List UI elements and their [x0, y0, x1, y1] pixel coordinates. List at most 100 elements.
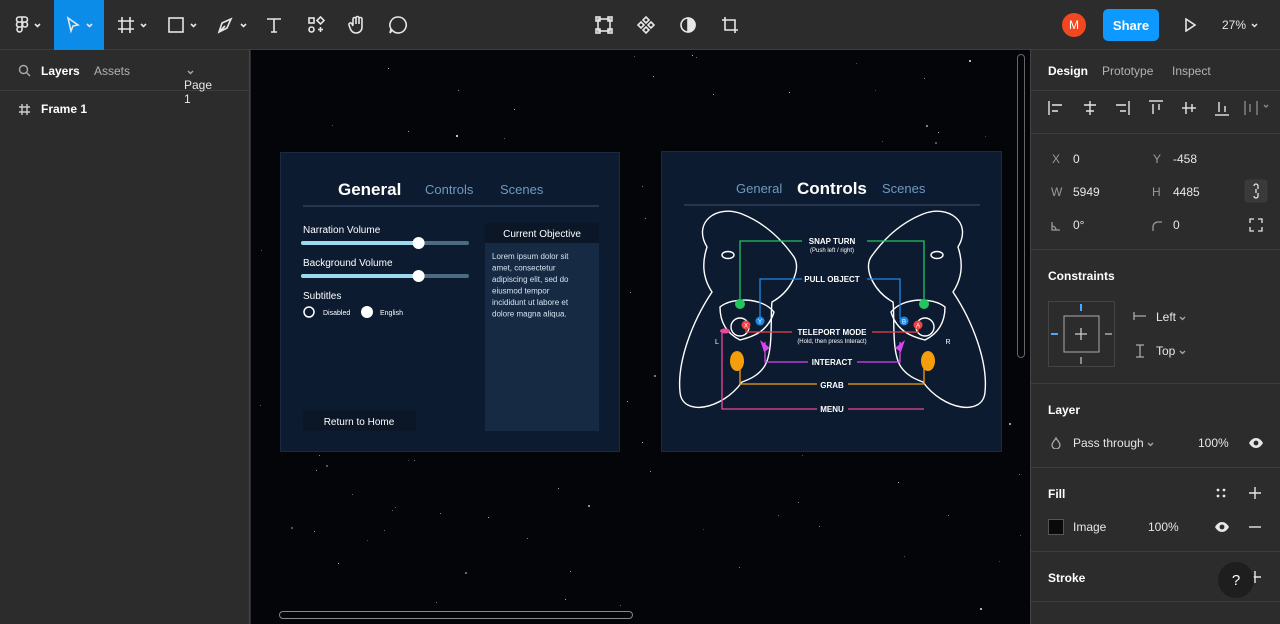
- horizontal-scrollbar[interactable]: [279, 611, 633, 619]
- align-left-icon[interactable]: [1048, 101, 1062, 115]
- blend-drop-icon: [1051, 437, 1061, 449]
- align-top-icon[interactable]: [1149, 100, 1163, 114]
- tab-inspect[interactable]: Inspect: [1172, 64, 1211, 78]
- page-selector[interactable]: Page 1: [184, 64, 212, 106]
- general-settings-art: General Controls Scenes Narration Volume…: [301, 180, 599, 431]
- star: [875, 90, 876, 91]
- zoom-dropdown[interactable]: 27%: [1222, 0, 1258, 50]
- subtitle-radio-disabled[interactable]: [303, 306, 315, 318]
- tab-design[interactable]: Design: [1048, 64, 1088, 78]
- align-center-h-icon[interactable]: [1084, 101, 1096, 115]
- star: [926, 125, 928, 127]
- interact-label: INTERACT: [812, 358, 853, 367]
- search-icon[interactable]: [18, 64, 31, 77]
- snap-turn-sublabel: (Push left / right): [810, 248, 854, 254]
- resources-button[interactable]: [304, 0, 328, 50]
- narration-slider-handle[interactable]: [412, 237, 425, 249]
- chevron-down-icon: [1179, 316, 1186, 321]
- remove-fill-icon[interactable]: [1248, 526, 1262, 528]
- styles-grid-icon[interactable]: [1216, 488, 1226, 498]
- star: [630, 292, 631, 293]
- y-label: Y: [1153, 152, 1162, 166]
- fill-opacity-input[interactable]: 100%: [1148, 520, 1179, 534]
- menu-label: MENU: [820, 405, 844, 414]
- blend-mode-dropdown[interactable]: Pass through: [1073, 436, 1154, 450]
- create-component-button[interactable]: [634, 0, 658, 50]
- general-settings-frame[interactable]: General Controls Scenes Narration Volume…: [280, 152, 620, 452]
- tab-assets[interactable]: Assets: [94, 64, 130, 78]
- star: [338, 563, 339, 564]
- star: [291, 527, 293, 529]
- pen-tool-button[interactable]: [212, 0, 252, 50]
- constrain-proportions-icon[interactable]: [1244, 179, 1268, 203]
- mask-button[interactable]: [676, 0, 700, 50]
- independent-corners-icon[interactable]: [1249, 218, 1263, 232]
- button-b-label: B: [902, 320, 906, 326]
- help-button[interactable]: ?: [1218, 562, 1254, 598]
- y-input[interactable]: -458: [1173, 152, 1197, 166]
- tab-scenes[interactable]: Scenes: [500, 182, 544, 197]
- star: [527, 538, 528, 539]
- height-input[interactable]: 4485: [1173, 185, 1200, 199]
- alignment-icons: [1048, 100, 1269, 116]
- tab-prototype[interactable]: Prototype: [1102, 64, 1153, 78]
- components-icon: [308, 16, 325, 33]
- fill-swatch[interactable]: [1048, 519, 1064, 535]
- comment-tool-button[interactable]: [386, 0, 410, 50]
- horizontal-constraint-dropdown[interactable]: Left: [1156, 310, 1186, 324]
- x-input[interactable]: 0: [1073, 152, 1080, 166]
- star: [778, 515, 779, 516]
- canvas[interactable]: General Controls Scenes Narration Volume…: [251, 50, 1030, 624]
- blend-mode-value: Pass through: [1073, 436, 1144, 450]
- constraints-widget[interactable]: [1048, 301, 1115, 367]
- align-center-v-icon[interactable]: [1182, 102, 1196, 114]
- avatar[interactable]: M: [1062, 13, 1086, 37]
- main-menu-button[interactable]: [10, 0, 46, 50]
- eye-icon[interactable]: [1248, 437, 1264, 449]
- align-bottom-icon[interactable]: [1215, 102, 1229, 116]
- tab-controls[interactable]: Controls: [425, 182, 474, 197]
- star: [789, 92, 790, 93]
- star: [558, 488, 559, 489]
- width-input[interactable]: 5949: [1073, 185, 1100, 199]
- tab-scenes[interactable]: Scenes: [882, 181, 926, 196]
- distribute-icon[interactable]: [1244, 101, 1269, 115]
- crop-button[interactable]: [718, 0, 742, 50]
- shape-tool-button[interactable]: [162, 0, 202, 50]
- background-slider-handle[interactable]: [412, 270, 425, 282]
- layer-opacity-input[interactable]: 100%: [1198, 436, 1229, 450]
- vertical-constraint-dropdown[interactable]: Top: [1156, 344, 1186, 358]
- frame-tool-button[interactable]: [112, 0, 152, 50]
- pen-icon: [217, 17, 233, 34]
- tab-layers[interactable]: Layers: [41, 64, 80, 78]
- layer-row[interactable]: Frame 1: [18, 102, 87, 116]
- add-fill-icon[interactable]: [1248, 486, 1262, 500]
- corner-radius-input[interactable]: 0: [1173, 218, 1180, 232]
- text-tool-button[interactable]: [262, 0, 286, 50]
- share-button[interactable]: Share: [1103, 9, 1159, 41]
- star: [696, 57, 697, 58]
- cursor-icon: [66, 16, 80, 34]
- vertical-scrollbar[interactable]: [1017, 54, 1025, 358]
- narration-volume-label: Narration Volume: [303, 225, 381, 236]
- transform-button[interactable]: [592, 0, 616, 50]
- star: [316, 470, 317, 471]
- align-right-icon[interactable]: [1116, 101, 1130, 115]
- rotation-input[interactable]: 0°: [1073, 218, 1084, 232]
- layer-title: Layer: [1048, 403, 1081, 417]
- eye-icon[interactable]: [1214, 521, 1230, 533]
- move-tool-button[interactable]: [54, 0, 104, 50]
- tab-general-active[interactable]: General: [338, 180, 401, 199]
- chevron-down-icon: [34, 22, 41, 28]
- fill-type[interactable]: Image: [1073, 520, 1106, 534]
- component-icon: [637, 16, 655, 34]
- hand-tool-button[interactable]: [344, 0, 370, 50]
- controls-frame[interactable]: General Controls Scenes Y X B A SNAP TUR…: [661, 151, 1002, 452]
- tab-general[interactable]: General: [736, 181, 782, 196]
- tab-controls-active[interactable]: Controls: [797, 179, 867, 198]
- subtitle-radio-english[interactable]: [361, 306, 373, 318]
- fill-title: Fill: [1048, 487, 1066, 501]
- present-button[interactable]: [1178, 0, 1202, 50]
- property-tabs: Design Prototype Inspect: [1031, 50, 1280, 91]
- star: [319, 455, 320, 456]
